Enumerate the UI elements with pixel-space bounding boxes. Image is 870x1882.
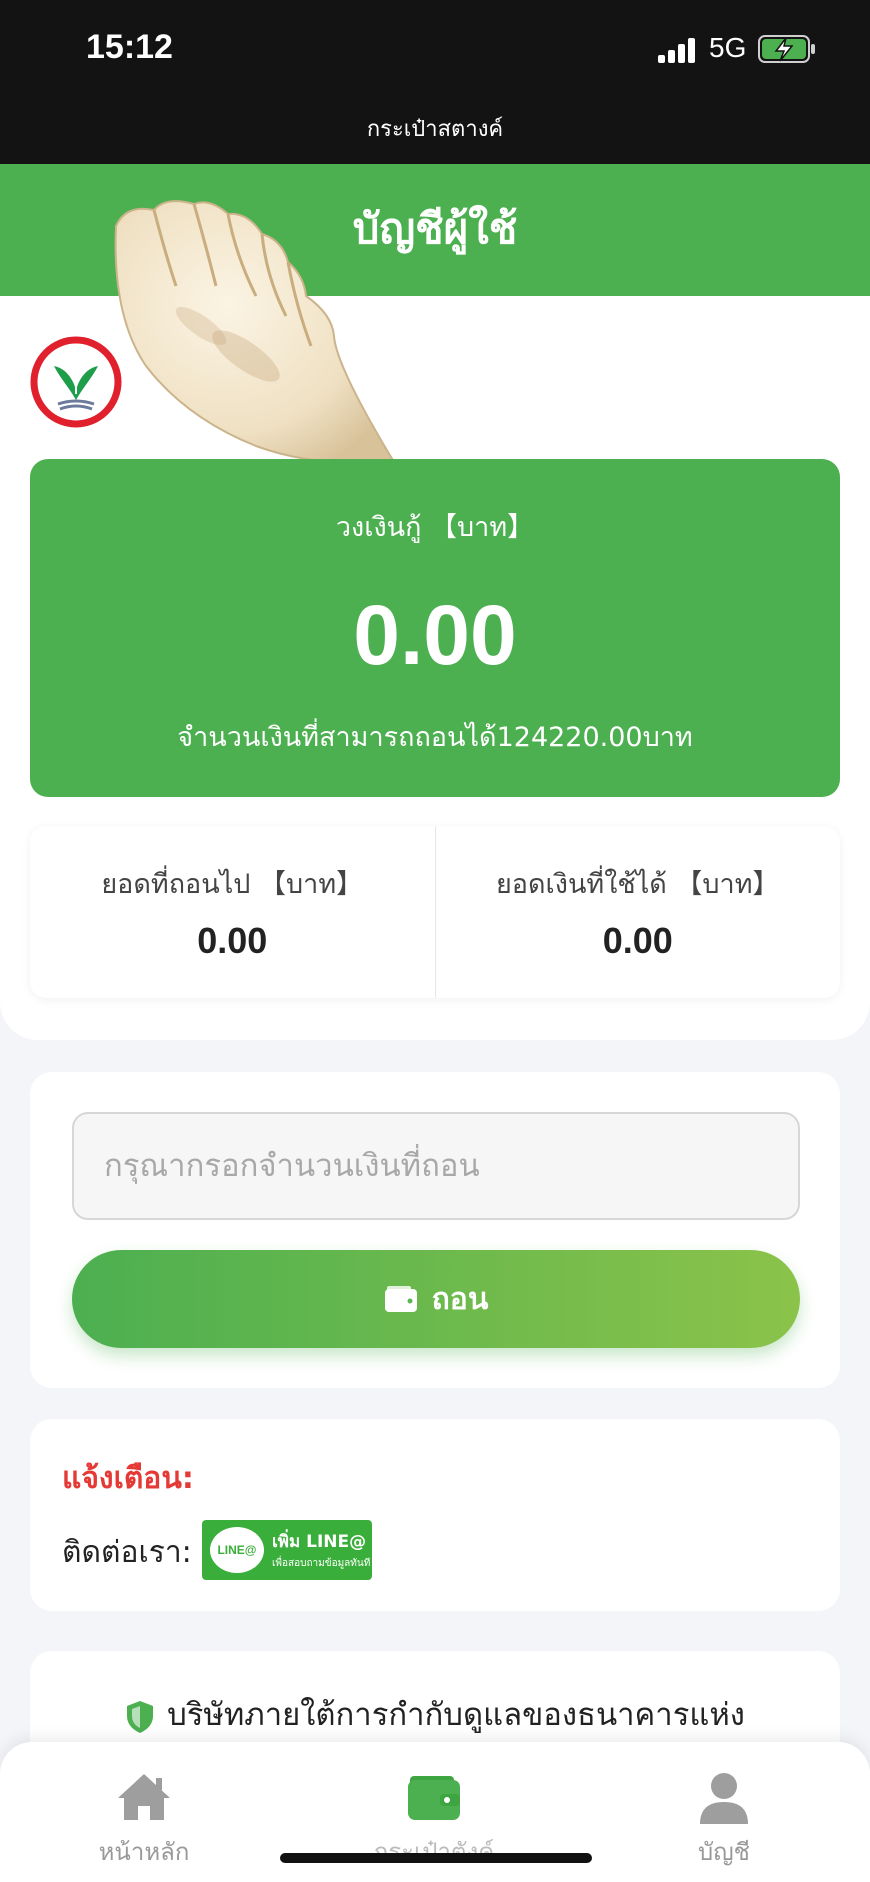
shield-icon [127, 1700, 154, 1733]
withdraw-button[interactable]: ถอน [72, 1250, 800, 1348]
nav-title: กระเป๋าสตางค์ [366, 117, 504, 142]
stat-label: ยอดที่ถอนไป 【บาท】 [101, 869, 364, 900]
stat-available: ยอดเงินที่ใช้ได้ 【บาท】 0.00 [434, 826, 841, 998]
stats-row: ยอดที่ถอนไป 【บาท】 0.00 ยอดเงินที่ใช้ได้ … [30, 826, 840, 998]
loan-limit-card: วงเงินกู้ 【บาท】 0.00 จำนวนเงินที่สามารถถ… [30, 459, 840, 797]
withdrawable-note: จำนวนเงินที่สามารถถอนได้124220.00บาท [177, 722, 693, 753]
alert-title: แจ้งเตือน: [62, 1461, 194, 1496]
stat-label: ยอดเงินที่ใช้ได้ 【บาท】 [495, 869, 780, 900]
withdraw-button-label: ถอน [431, 1281, 489, 1317]
tab-label: บัญชี [698, 1838, 750, 1866]
user-icon [700, 1773, 748, 1824]
home-icon [118, 1774, 170, 1820]
status-time: 15:12 [86, 28, 173, 66]
status-bar: 15:12 5G [0, 0, 870, 100]
tab-account[interactable]: บัญชี [634, 1770, 814, 1871]
wallet-icon [384, 1286, 417, 1312]
wallet-icon [408, 1776, 460, 1820]
signal-icon [658, 37, 698, 63]
contact-label: ติดต่อเรา: [62, 1535, 192, 1570]
battery-charging-icon [758, 35, 815, 63]
add-line-button[interactable]: LINE@ เพิ่ม LINE@ เพื่อสอบถามข้อมูลทันที [202, 1520, 372, 1580]
withdraw-card: ถอน [30, 1072, 840, 1388]
nav-bar: กระเป๋าสตางค์ [0, 100, 870, 164]
stat-withdrawn: ยอดที่ถอนไป 【บาท】 0.00 [30, 826, 435, 998]
regulation-notice-text: บริษัทภายใต้การกำกับดูแลของธนาคารแห่ง [167, 1697, 745, 1733]
regulation-notice: บริษัทภายใต้การกำกับดูแลของธนาคารแห่ง [30, 1689, 840, 1739]
stat-value: 0.00 [602, 920, 673, 961]
network-label: 5G [709, 32, 747, 63]
line-badge-subtitle: เพื่อสอบถามข้อมูลทันที [272, 1558, 371, 1569]
line-badge-title: เพิ่ม LINE@ [272, 1532, 367, 1552]
tab-home[interactable]: หน้าหลัก [54, 1770, 234, 1871]
loan-limit-label: วงเงินกู้ 【บาท】 [335, 512, 535, 543]
alert-card: แจ้งเตือน: ติดต่อเรา: LINE@ เพิ่ม LINE@ … [30, 1419, 840, 1611]
dumpling-sticker [114, 200, 396, 465]
withdraw-amount-input[interactable] [72, 1112, 800, 1220]
stat-value: 0.00 [197, 920, 268, 961]
line-icon: LINE@ [210, 1527, 264, 1573]
loan-limit-amount: 0.00 [353, 588, 517, 682]
home-indicator [280, 1853, 592, 1863]
tab-label: กระเป๋าตังค์ [373, 1838, 495, 1866]
tab-label: หน้าหลัก [98, 1838, 190, 1866]
